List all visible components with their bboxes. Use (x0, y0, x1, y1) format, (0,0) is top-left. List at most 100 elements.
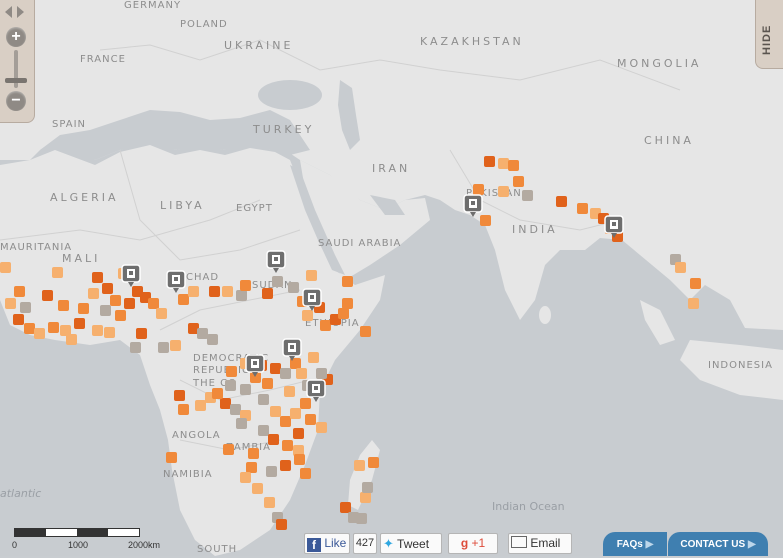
project-marker[interactable] (58, 300, 69, 311)
project-marker[interactable] (240, 280, 251, 291)
map-pin-icon[interactable] (463, 194, 483, 218)
project-marker[interactable] (360, 326, 371, 337)
map-pin-icon[interactable] (604, 215, 624, 239)
project-marker[interactable] (293, 428, 304, 439)
project-marker[interactable] (130, 342, 141, 353)
contact-us-button[interactable]: CONTACT US ▶ (668, 532, 768, 556)
zoom-out-button[interactable]: − (6, 91, 26, 111)
project-marker[interactable] (513, 176, 524, 187)
project-marker[interactable] (92, 325, 103, 336)
map-pin-icon[interactable] (245, 354, 265, 378)
map-pin-icon[interactable] (266, 250, 286, 274)
project-marker[interactable] (74, 318, 85, 329)
project-marker[interactable] (316, 422, 327, 433)
project-marker[interactable] (240, 472, 251, 483)
project-marker[interactable] (296, 368, 307, 379)
project-marker[interactable] (675, 262, 686, 273)
project-marker[interactable] (124, 298, 135, 309)
project-marker[interactable] (110, 295, 121, 306)
project-marker[interactable] (498, 186, 509, 197)
project-marker[interactable] (360, 492, 371, 503)
project-marker[interactable] (308, 352, 319, 363)
pan-left-icon[interactable] (5, 6, 12, 18)
project-marker[interactable] (300, 468, 311, 479)
project-marker[interactable] (262, 288, 273, 299)
map-pin-icon[interactable] (306, 379, 326, 403)
project-marker[interactable] (14, 286, 25, 297)
project-marker[interactable] (316, 368, 327, 379)
map[interactable]: GERMANY POLAND UKRAINE KAZAKHSTAN MONGOL… (0, 0, 783, 556)
project-marker[interactable] (276, 519, 287, 530)
zoom-in-button[interactable]: + (6, 27, 26, 47)
project-marker[interactable] (305, 414, 316, 425)
pan-right-icon[interactable] (17, 6, 24, 18)
map-pin-icon[interactable] (166, 270, 186, 294)
project-marker[interactable] (280, 368, 291, 379)
project-marker[interactable] (270, 406, 281, 417)
project-marker[interactable] (522, 190, 533, 201)
project-marker[interactable] (280, 460, 291, 471)
project-marker[interactable] (362, 482, 373, 493)
project-marker[interactable] (368, 457, 379, 468)
project-marker[interactable] (207, 334, 218, 345)
project-marker[interactable] (248, 448, 259, 459)
project-marker[interactable] (52, 267, 63, 278)
project-marker[interactable] (188, 286, 199, 297)
project-marker[interactable] (240, 384, 251, 395)
project-marker[interactable] (222, 286, 233, 297)
project-marker[interactable] (284, 386, 295, 397)
project-marker[interactable] (102, 283, 113, 294)
project-marker[interactable] (5, 298, 16, 309)
project-marker[interactable] (156, 308, 167, 319)
project-marker[interactable] (288, 282, 299, 293)
project-marker[interactable] (236, 418, 247, 429)
project-marker[interactable] (264, 497, 275, 508)
project-marker[interactable] (342, 276, 353, 287)
project-marker[interactable] (262, 378, 273, 389)
project-marker[interactable] (354, 460, 365, 471)
project-marker[interactable] (166, 452, 177, 463)
project-marker[interactable] (282, 440, 293, 451)
project-marker[interactable] (294, 454, 305, 465)
project-marker[interactable] (338, 308, 349, 319)
email-button[interactable]: Email (508, 533, 572, 554)
facebook-like-button[interactable]: f Like (304, 533, 350, 554)
project-marker[interactable] (252, 483, 263, 494)
project-marker[interactable] (223, 444, 234, 455)
project-marker[interactable] (78, 303, 89, 314)
google-plus-button[interactable]: g +1 (448, 533, 498, 554)
project-marker[interactable] (13, 314, 24, 325)
hide-panel-tab[interactable]: HIDE (755, 0, 783, 69)
project-marker[interactable] (690, 278, 701, 289)
project-marker[interactable] (178, 404, 189, 415)
project-marker[interactable] (484, 156, 495, 167)
project-marker[interactable] (66, 334, 77, 345)
project-marker[interactable] (688, 298, 699, 309)
project-marker[interactable] (100, 305, 111, 316)
project-marker[interactable] (170, 340, 181, 351)
faqs-button[interactable]: FAQs ▶ (603, 532, 667, 556)
map-pin-icon[interactable] (302, 288, 322, 312)
project-marker[interactable] (225, 380, 236, 391)
project-marker[interactable] (174, 390, 185, 401)
project-marker[interactable] (20, 302, 31, 313)
project-marker[interactable] (48, 322, 59, 333)
project-marker[interactable] (268, 434, 279, 445)
project-marker[interactable] (266, 466, 277, 477)
project-marker[interactable] (136, 328, 147, 339)
project-marker[interactable] (42, 290, 53, 301)
project-marker[interactable] (209, 286, 220, 297)
project-marker[interactable] (356, 513, 367, 524)
project-marker[interactable] (577, 203, 588, 214)
project-marker[interactable] (0, 262, 11, 273)
map-pin-icon[interactable] (282, 338, 302, 362)
map-pin-icon[interactable] (121, 264, 141, 288)
project-marker[interactable] (258, 394, 269, 405)
project-marker[interactable] (212, 388, 223, 399)
project-marker[interactable] (88, 288, 99, 299)
project-marker[interactable] (290, 408, 301, 419)
project-marker[interactable] (158, 342, 169, 353)
project-marker[interactable] (508, 160, 519, 171)
project-marker[interactable] (306, 270, 317, 281)
project-marker[interactable] (226, 366, 237, 377)
